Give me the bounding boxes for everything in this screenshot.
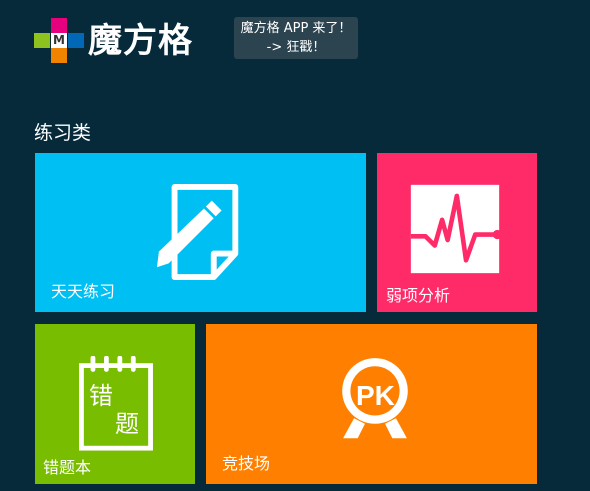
- tile-weakness-analysis[interactable]: 弱项分析: [377, 153, 537, 312]
- notebook-text-2: 题: [115, 410, 139, 438]
- tile-label-daily-practice: 天天练习: [51, 282, 116, 301]
- logo-mark-icon: M: [34, 18, 84, 64]
- notebook-text-1: 错: [89, 382, 113, 410]
- tile-label-mistake-book: 错题本: [43, 458, 92, 477]
- app-download-badge[interactable]: 魔方格 APP 来了！ -> 狂戳！: [234, 17, 358, 59]
- pk-text: PK: [356, 380, 395, 411]
- app-badge-line2: -> 狂戳！: [266, 40, 326, 55]
- pencil-paper-icon: [156, 184, 239, 281]
- site-logo[interactable]: M 魔方格: [34, 18, 209, 66]
- pulse-chart-icon: [410, 184, 501, 274]
- logo-text: 魔方格: [88, 21, 193, 61]
- tile-label-arena: 竞技场: [222, 454, 271, 473]
- tile-arena[interactable]: PK 竞技场: [206, 324, 537, 484]
- logo-letter: M: [51, 33, 67, 48]
- tile-mistake-book[interactable]: 错 题 错题本: [35, 324, 195, 484]
- section-title: 练习类: [34, 122, 92, 144]
- app-badge-line1: 魔方格 APP 来了！: [240, 21, 352, 36]
- tile-label-weakness-analysis: 弱项分析: [386, 286, 451, 305]
- tile-daily-practice[interactable]: 天天练习: [35, 153, 366, 312]
